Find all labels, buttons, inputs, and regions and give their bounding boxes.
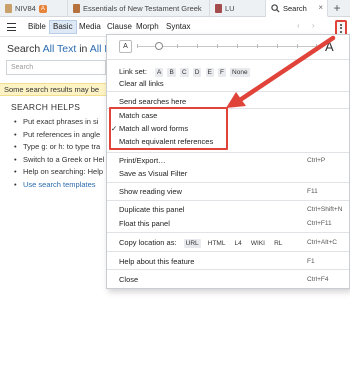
duplicate-panel-item[interactable]: Duplicate this panel — [119, 205, 184, 214]
toolbar-media[interactable]: Media — [76, 20, 104, 34]
toolbar-clause[interactable]: Clause — [104, 20, 135, 34]
search-title-prefix: Search — [7, 43, 41, 55]
send-searches-item[interactable]: Send searches here — [119, 97, 186, 106]
search-title-in: in — [79, 43, 88, 55]
copy-format-l4[interactable]: L4 — [233, 239, 244, 248]
help-shortcut: F1 — [307, 258, 315, 265]
toolbar-morph[interactable]: Morph — [133, 20, 162, 34]
book-icon — [73, 4, 80, 13]
warning-banner: Some search results may be — [0, 83, 106, 96]
copy-location-row: Copy location as: URL HTML L4 WIKI RL — [119, 238, 284, 248]
tab-label: Essentials of New Testament Greek — [83, 4, 202, 13]
menu-divider — [107, 232, 349, 233]
link-set-label: Link set: — [119, 67, 147, 76]
tab-strip: NIV84 A Essentials of New Testament Gree… — [0, 0, 350, 17]
help-item-templates-link[interactable]: Use search templates — [14, 179, 106, 192]
copy-format-html[interactable]: HTML — [206, 239, 228, 248]
font-smaller-button[interactable]: A — [119, 40, 132, 53]
search-input[interactable]: Search — [6, 60, 106, 75]
copy-format-rl[interactable]: RL — [272, 239, 284, 248]
help-item: Put references in angle — [14, 129, 106, 142]
tab-lu[interactable]: LU — [210, 0, 266, 17]
menu-divider — [107, 200, 349, 201]
tab-label: LU — [225, 4, 235, 13]
close-shortcut: Ctrl+F4 — [307, 276, 329, 283]
new-tab-button[interactable]: + — [329, 1, 345, 16]
float-shortcut: Ctrl+F11 — [307, 220, 332, 227]
hamburger-menu-icon[interactable] — [7, 23, 16, 31]
copy-format-url[interactable]: URL — [183, 239, 201, 248]
link-set-f[interactable]: F — [217, 68, 226, 77]
book-icon — [5, 4, 12, 13]
tab-label: Search — [283, 3, 307, 13]
search-scope-link[interactable]: All Text — [43, 43, 77, 55]
tab-greek[interactable]: Essentials of New Testament Greek — [68, 0, 210, 17]
link-set-row: Link set: A B C D E F None — [119, 67, 250, 77]
font-size-slider[interactable] — [137, 42, 317, 50]
panel-menu: A A Link set: A B C D E F None Clear all… — [106, 34, 350, 289]
copy-format-wiki[interactable]: WIKI — [249, 239, 267, 248]
print-export-item[interactable]: Print/Export… — [119, 156, 166, 165]
search-helps-heading: SEARCH HELPS — [11, 102, 81, 112]
copy-location-label: Copy location as: — [119, 238, 177, 247]
close-icon[interactable]: × — [318, 3, 323, 12]
link-set-b[interactable]: B — [167, 68, 176, 77]
font-larger-button[interactable]: A — [325, 39, 334, 54]
save-visual-filter-item[interactable]: Save as Visual Filter — [119, 169, 187, 178]
highlight-box — [109, 107, 228, 150]
tab-search[interactable]: Search × — [266, 0, 328, 17]
help-item: Switch to a Greek or Hel — [14, 154, 106, 167]
menu-divider — [107, 269, 349, 270]
clear-links-item[interactable]: Clear all links — [119, 79, 164, 88]
toolbar-basic[interactable]: Basic — [49, 20, 77, 34]
link-set-e[interactable]: E — [205, 68, 214, 77]
search-helps-list: Put exact phrases in si Put references i… — [14, 116, 106, 191]
tab-badge: A — [38, 4, 47, 13]
help-item: Type g: or h: to type tra — [14, 141, 106, 154]
reading-view-shortcut: F11 — [307, 188, 318, 195]
link-set-c[interactable]: C — [179, 68, 189, 77]
reading-view-item[interactable]: Show reading view — [119, 187, 182, 196]
tab-label: NIV84 — [15, 4, 36, 13]
help-item: Put exact phrases in si — [14, 116, 106, 129]
copy-location-shortcut: Ctrl+Alt+C — [307, 239, 337, 246]
link-set-d[interactable]: D — [192, 68, 202, 77]
menu-divider — [107, 251, 349, 252]
tab-niv84[interactable]: NIV84 A — [0, 0, 68, 17]
history-nav-arrows[interactable]: ‹ › — [297, 21, 320, 30]
help-feature-item[interactable]: Help about this feature — [119, 257, 194, 266]
help-item: Help on searching: Help — [14, 166, 106, 179]
link-set-none[interactable]: None — [230, 68, 250, 77]
font-size-slider-thumb[interactable] — [155, 42, 163, 50]
close-item[interactable]: Close — [119, 275, 138, 284]
menu-divider — [107, 91, 349, 92]
search-title: Search All Text in All Re — [7, 43, 118, 55]
toolbar-bible[interactable]: Bible — [25, 20, 49, 34]
print-shortcut: Ctrl+P — [307, 157, 326, 164]
link-set-a[interactable]: A — [155, 68, 164, 77]
book-icon — [215, 4, 222, 13]
menu-divider — [107, 182, 349, 183]
float-panel-item[interactable]: Float this panel — [119, 219, 170, 228]
menu-divider — [107, 59, 349, 60]
search-icon — [271, 3, 280, 13]
menu-divider — [107, 152, 349, 153]
toolbar-syntax[interactable]: Syntax — [163, 20, 193, 34]
duplicate-shortcut: Ctrl+Shift+N — [307, 206, 343, 213]
